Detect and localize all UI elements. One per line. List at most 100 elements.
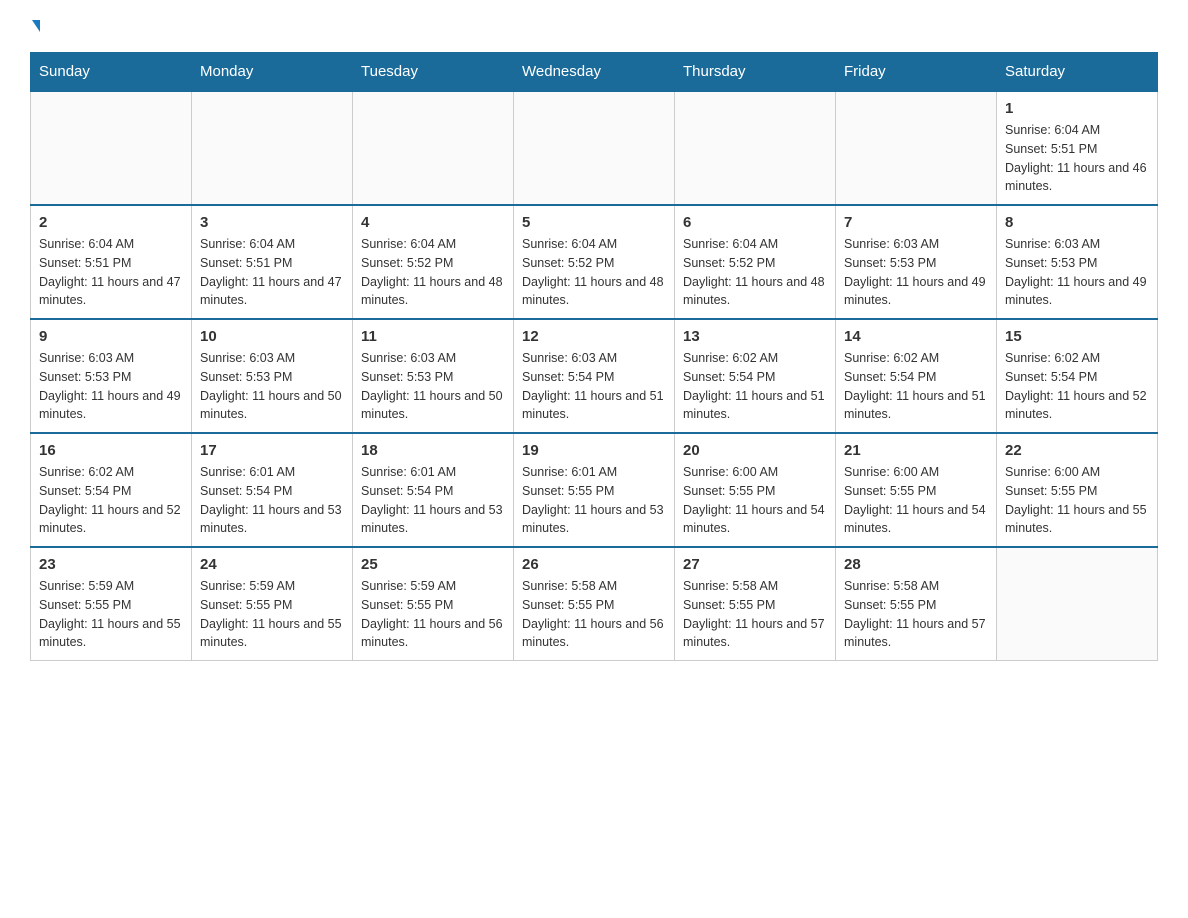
calendar-day-cell: 16 Sunrise: 6:02 AM Sunset: 5:54 PM Dayli…: [31, 433, 192, 547]
day-info: Sunrise: 6:02 AM Sunset: 5:54 PM Dayligh…: [844, 349, 988, 424]
day-number: 3: [200, 214, 344, 231]
day-info: Sunrise: 6:02 AM Sunset: 5:54 PM Dayligh…: [683, 349, 827, 424]
calendar-day-cell: 24 Sunrise: 5:59 AM Sunset: 5:55 PM Dayli…: [192, 547, 353, 661]
day-number: 14: [844, 328, 988, 345]
calendar-day-cell: 12 Sunrise: 6:03 AM Sunset: 5:54 PM Dayli…: [514, 319, 675, 433]
day-info: Sunrise: 6:02 AM Sunset: 5:54 PM Dayligh…: [1005, 349, 1149, 424]
calendar-day-cell: 18 Sunrise: 6:01 AM Sunset: 5:54 PM Dayli…: [353, 433, 514, 547]
calendar-day-cell: 13 Sunrise: 6:02 AM Sunset: 5:54 PM Dayli…: [675, 319, 836, 433]
day-info: Sunrise: 6:00 AM Sunset: 5:55 PM Dayligh…: [844, 463, 988, 538]
calendar-week-row: 2 Sunrise: 6:04 AM Sunset: 5:51 PM Daylig…: [31, 205, 1158, 319]
day-number: 15: [1005, 328, 1149, 345]
day-info: Sunrise: 6:04 AM Sunset: 5:51 PM Dayligh…: [200, 235, 344, 310]
day-info: Sunrise: 5:58 AM Sunset: 5:55 PM Dayligh…: [844, 577, 988, 652]
day-header-monday: Monday: [192, 53, 353, 92]
page-header: [30, 20, 1158, 32]
day-number: 2: [39, 214, 183, 231]
calendar-day-cell: 5 Sunrise: 6:04 AM Sunset: 5:52 PM Daylig…: [514, 205, 675, 319]
calendar-day-cell: 19 Sunrise: 6:01 AM Sunset: 5:55 PM Dayli…: [514, 433, 675, 547]
day-number: 9: [39, 328, 183, 345]
day-number: 12: [522, 328, 666, 345]
day-info: Sunrise: 5:58 AM Sunset: 5:55 PM Dayligh…: [683, 577, 827, 652]
day-header-friday: Friday: [836, 53, 997, 92]
day-info: Sunrise: 6:02 AM Sunset: 5:54 PM Dayligh…: [39, 463, 183, 538]
logo-triangle-icon: [32, 20, 40, 32]
calendar-day-cell: 27 Sunrise: 5:58 AM Sunset: 5:55 PM Dayli…: [675, 547, 836, 661]
calendar-day-cell: [997, 547, 1158, 661]
day-info: Sunrise: 6:04 AM Sunset: 5:51 PM Dayligh…: [1005, 121, 1149, 196]
day-number: 22: [1005, 442, 1149, 459]
day-number: 28: [844, 556, 988, 573]
calendar-day-cell: 6 Sunrise: 6:04 AM Sunset: 5:52 PM Daylig…: [675, 205, 836, 319]
day-number: 23: [39, 556, 183, 573]
calendar-week-row: 16 Sunrise: 6:02 AM Sunset: 5:54 PM Dayli…: [31, 433, 1158, 547]
calendar-day-cell: 10Sunrise: 6:03 AM Sunset: 5:53 PM Dayli…: [192, 319, 353, 433]
calendar-day-cell: 2 Sunrise: 6:04 AM Sunset: 5:51 PM Daylig…: [31, 205, 192, 319]
day-header-tuesday: Tuesday: [353, 53, 514, 92]
day-number: 16: [39, 442, 183, 459]
day-header-saturday: Saturday: [997, 53, 1158, 92]
calendar-day-cell: 14 Sunrise: 6:02 AM Sunset: 5:54 PM Dayli…: [836, 319, 997, 433]
day-number: 27: [683, 556, 827, 573]
calendar-day-cell: 1Sunrise: 6:04 AM Sunset: 5:51 PM Daylig…: [997, 91, 1158, 205]
calendar-day-cell: 4 Sunrise: 6:04 AM Sunset: 5:52 PM Daylig…: [353, 205, 514, 319]
calendar-day-cell: 17 Sunrise: 6:01 AM Sunset: 5:54 PM Dayli…: [192, 433, 353, 547]
calendar-day-cell: 28 Sunrise: 5:58 AM Sunset: 5:55 PM Dayli…: [836, 547, 997, 661]
day-number: 25: [361, 556, 505, 573]
calendar-day-cell: 26 Sunrise: 5:58 AM Sunset: 5:55 PM Dayli…: [514, 547, 675, 661]
calendar-day-cell: 25 Sunrise: 5:59 AM Sunset: 5:55 PM Dayli…: [353, 547, 514, 661]
day-info: Sunrise: 6:03 AM Sunset: 5:53 PM Dayligh…: [39, 349, 183, 424]
day-info: Sunrise: 6:04 AM Sunset: 5:51 PM Dayligh…: [39, 235, 183, 310]
day-number: 26: [522, 556, 666, 573]
calendar-day-cell: 15 Sunrise: 6:02 AM Sunset: 5:54 PM Dayli…: [997, 319, 1158, 433]
day-number: 5: [522, 214, 666, 231]
day-number: 21: [844, 442, 988, 459]
day-info: Sunrise: 6:01 AM Sunset: 5:54 PM Dayligh…: [361, 463, 505, 538]
day-number: 7: [844, 214, 988, 231]
day-info: Sunrise: 6:04 AM Sunset: 5:52 PM Dayligh…: [361, 235, 505, 310]
day-header-sunday: Sunday: [31, 53, 192, 92]
day-info: Sunrise: 6:03 AM Sunset: 5:53 PM Dayligh…: [361, 349, 505, 424]
day-info: Sunrise: 6:04 AM Sunset: 5:52 PM Dayligh…: [522, 235, 666, 310]
day-info: Sunrise: 6:03 AM Sunset: 5:53 PM Dayligh…: [200, 349, 344, 424]
calendar-day-cell: [192, 91, 353, 205]
logo: [30, 20, 40, 32]
calendar-week-row: 9 Sunrise: 6:03 AM Sunset: 5:53 PM Daylig…: [31, 319, 1158, 433]
day-info: Sunrise: 6:03 AM Sunset: 5:53 PM Dayligh…: [844, 235, 988, 310]
day-info: Sunrise: 6:04 AM Sunset: 5:52 PM Dayligh…: [683, 235, 827, 310]
day-info: Sunrise: 6:01 AM Sunset: 5:55 PM Dayligh…: [522, 463, 666, 538]
day-header-thursday: Thursday: [675, 53, 836, 92]
calendar-day-cell: 7 Sunrise: 6:03 AM Sunset: 5:53 PM Daylig…: [836, 205, 997, 319]
calendar-day-cell: 9 Sunrise: 6:03 AM Sunset: 5:53 PM Daylig…: [31, 319, 192, 433]
day-number: 13: [683, 328, 827, 345]
day-info: Sunrise: 5:58 AM Sunset: 5:55 PM Dayligh…: [522, 577, 666, 652]
calendar-day-cell: [31, 91, 192, 205]
calendar-day-cell: [675, 91, 836, 205]
day-info: Sunrise: 6:01 AM Sunset: 5:54 PM Dayligh…: [200, 463, 344, 538]
day-header-wednesday: Wednesday: [514, 53, 675, 92]
day-info: Sunrise: 6:03 AM Sunset: 5:54 PM Dayligh…: [522, 349, 666, 424]
day-number: 4: [361, 214, 505, 231]
calendar-day-cell: 22 Sunrise: 6:00 AM Sunset: 5:55 PM Dayli…: [997, 433, 1158, 547]
calendar-day-cell: [836, 91, 997, 205]
day-number: 6: [683, 214, 827, 231]
day-info: Sunrise: 5:59 AM Sunset: 5:55 PM Dayligh…: [39, 577, 183, 652]
day-info: Sunrise: 5:59 AM Sunset: 5:55 PM Dayligh…: [361, 577, 505, 652]
calendar-day-cell: [353, 91, 514, 205]
day-number: 8: [1005, 214, 1149, 231]
day-number: 17: [200, 442, 344, 459]
day-info: Sunrise: 6:03 AM Sunset: 5:53 PM Dayligh…: [1005, 235, 1149, 310]
calendar-week-row: 1Sunrise: 6:04 AM Sunset: 5:51 PM Daylig…: [31, 91, 1158, 205]
day-info: Sunrise: 5:59 AM Sunset: 5:55 PM Dayligh…: [200, 577, 344, 652]
calendar-day-cell: 11Sunrise: 6:03 AM Sunset: 5:53 PM Dayli…: [353, 319, 514, 433]
calendar-table: SundayMondayTuesdayWednesdayThursdayFrid…: [30, 52, 1158, 661]
calendar-day-cell: 3 Sunrise: 6:04 AM Sunset: 5:51 PM Daylig…: [192, 205, 353, 319]
day-number: 24: [200, 556, 344, 573]
day-number: 18: [361, 442, 505, 459]
calendar-header-row: SundayMondayTuesdayWednesdayThursdayFrid…: [31, 53, 1158, 92]
day-info: Sunrise: 6:00 AM Sunset: 5:55 PM Dayligh…: [683, 463, 827, 538]
day-number: 19: [522, 442, 666, 459]
calendar-day-cell: 23 Sunrise: 5:59 AM Sunset: 5:55 PM Dayli…: [31, 547, 192, 661]
day-info: Sunrise: 6:00 AM Sunset: 5:55 PM Dayligh…: [1005, 463, 1149, 538]
calendar-week-row: 23 Sunrise: 5:59 AM Sunset: 5:55 PM Dayli…: [31, 547, 1158, 661]
